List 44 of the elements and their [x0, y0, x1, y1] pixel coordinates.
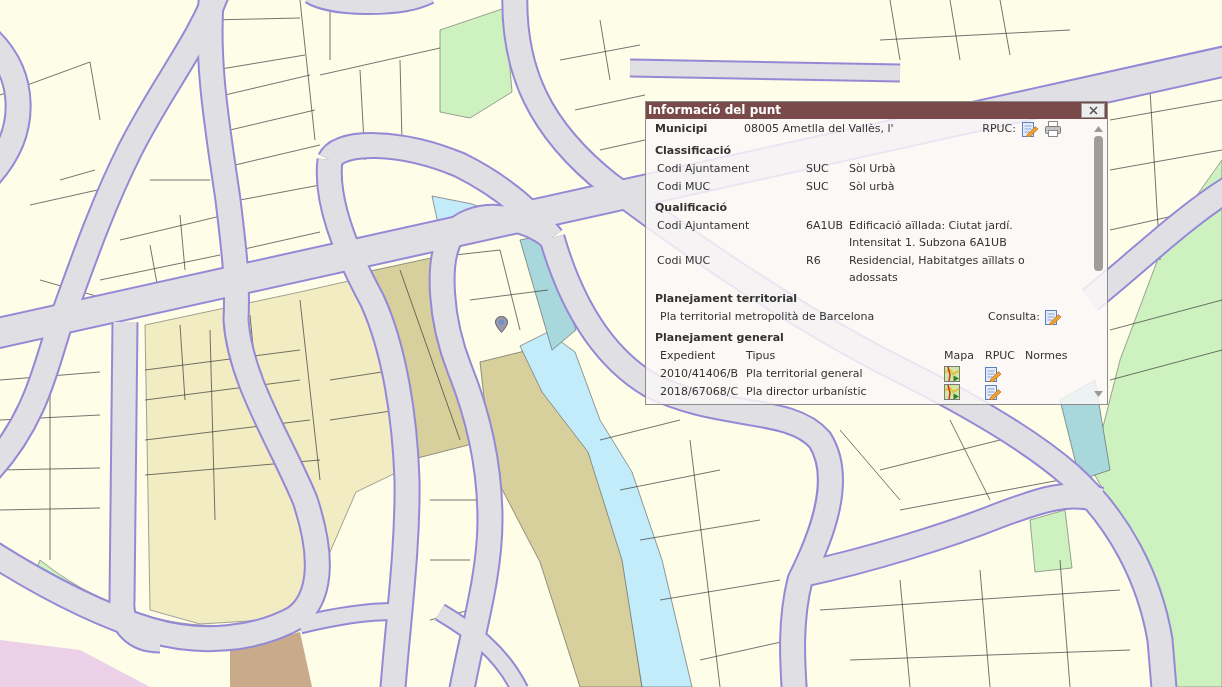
code-value: 6A1UB: [806, 218, 845, 234]
code-value: SUC: [806, 161, 830, 177]
code-description: Sòl Urbà: [849, 161, 897, 177]
code-label: Codi Ajuntament: [657, 161, 751, 177]
close-icon: [1088, 106, 1098, 115]
edit-icon[interactable]: [985, 384, 1001, 400]
edit-icon[interactable]: [985, 366, 1001, 382]
rpuc-label: RPUC:: [982, 121, 1016, 137]
popup-title: Informació del punt: [648, 102, 782, 119]
scrollbar-thumb[interactable]: [1094, 136, 1103, 271]
column-header: Mapa: [944, 348, 975, 364]
section-heading: Planejament general: [655, 330, 785, 346]
scroll-up-icon[interactable]: [1094, 126, 1103, 132]
code-description: Residencial, Habitatges aïllats o adossats: [849, 253, 1026, 286]
section-heading: Planejament territorial: [655, 291, 799, 307]
section-heading: Qualificació: [655, 200, 729, 216]
section-heading: Classificació: [655, 143, 733, 159]
column-header: Expedient: [660, 348, 717, 364]
table-cell-text: 2010/41406/B: [660, 366, 739, 382]
code-description: Edificació aïllada: Ciutat jardí. Intensitat 1. Subzona 6A1UB: [849, 218, 1014, 251]
code-value: SUC: [806, 179, 830, 195]
close-button[interactable]: [1081, 103, 1105, 118]
table-cell-text: Pla director urbanístic: [746, 384, 868, 400]
code-value: R6: [806, 253, 822, 269]
map-icon[interactable]: [944, 366, 960, 382]
edit-icon[interactable]: [1045, 309, 1061, 325]
field-value: 08005 Ametlla del Vallès, l': [744, 121, 894, 137]
code-label: Codi MUC: [657, 253, 712, 269]
print-icon[interactable]: [1045, 121, 1061, 137]
code-label: Codi Ajuntament: [657, 218, 751, 234]
table-cell-text: 2018/67068/C: [660, 384, 740, 400]
column-header: Tipus: [746, 348, 777, 364]
plan-name: Pla territorial metropolità de Barcelona: [660, 309, 875, 325]
consulta-label: Consulta:: [988, 309, 1040, 325]
scroll-down-icon[interactable]: [1094, 391, 1103, 397]
column-header: RPUC: [985, 348, 1016, 364]
field-label: Municipi: [655, 121, 709, 137]
location-pin-icon: [495, 316, 508, 333]
code-label: Codi MUC: [657, 179, 712, 195]
code-description: Sòl urbà: [849, 179, 896, 195]
map-icon[interactable]: [944, 384, 960, 400]
edit-icon[interactable]: [1022, 121, 1038, 137]
column-header: Normes: [1025, 348, 1068, 364]
table-cell-text: Pla territorial general: [746, 366, 864, 382]
